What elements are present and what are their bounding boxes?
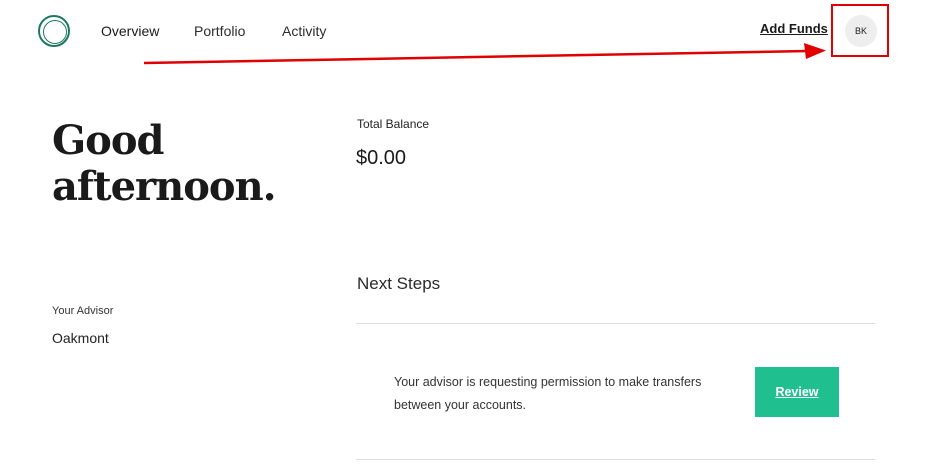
- annotation-highlight-box: [831, 4, 889, 57]
- brand-logo-icon[interactable]: [38, 15, 70, 47]
- total-balance-value: $0.00: [356, 147, 407, 169]
- advisor-name: Oakmont: [52, 330, 109, 346]
- add-funds-link[interactable]: Add Funds: [760, 21, 828, 36]
- review-button[interactable]: Review: [755, 367, 839, 417]
- total-balance-label: Total Balance: [357, 117, 430, 131]
- nav-item-portfolio[interactable]: Portfolio: [194, 23, 245, 39]
- next-step-text: Your advisor is requesting permission to…: [394, 375, 702, 412]
- divider: [356, 323, 875, 324]
- next-steps-title: Next Steps: [357, 274, 441, 293]
- divider: [356, 459, 875, 460]
- nav-item-overview[interactable]: Overview: [101, 23, 159, 39]
- annotation-arrow: [143, 43, 826, 65]
- advisor-label: Your Advisor: [52, 305, 114, 317]
- nav-item-activity[interactable]: Activity: [282, 23, 326, 39]
- greeting-line-2: afternoon.: [52, 163, 277, 210]
- greeting-line-1: Good: [52, 117, 164, 164]
- greeting-heading: Good afternoon.: [52, 117, 277, 210]
